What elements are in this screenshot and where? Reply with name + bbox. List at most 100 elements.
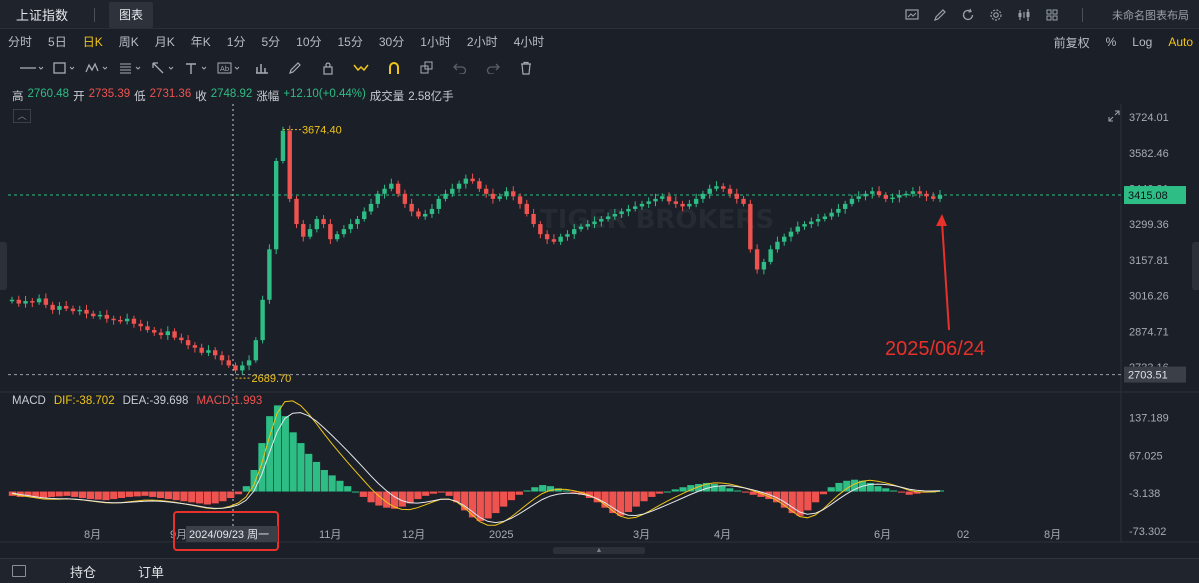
- candle-body: [111, 318, 116, 321]
- candle-body: [544, 234, 550, 240]
- time-label-0: 8月: [84, 529, 101, 541]
- candle-body: [470, 178, 475, 182]
- candle-body: [233, 365, 238, 371]
- candle-body: [436, 198, 441, 209]
- candle-body: [36, 298, 42, 303]
- macd-bar: [507, 491, 516, 501]
- macd-bar: [242, 486, 250, 492]
- candle-body: [477, 181, 482, 189]
- macd-bar: [562, 490, 570, 492]
- candle-body: [788, 231, 794, 237]
- candle-body: [422, 213, 428, 217]
- macd-bar: [406, 491, 414, 504]
- candle-body: [734, 193, 739, 199]
- candle-body: [118, 319, 123, 322]
- candle-body: [450, 188, 455, 194]
- candle-body: [870, 191, 875, 194]
- candle-body: [842, 203, 848, 209]
- annotation-arrow-line: [941, 221, 950, 331]
- candle-body: [362, 211, 367, 220]
- macd-bar: [86, 491, 94, 500]
- macd-bar: [102, 491, 110, 501]
- candle-body: [795, 226, 800, 232]
- candle-body: [903, 193, 909, 196]
- macd-bar: [710, 484, 718, 492]
- time-scroll-handle[interactable]: ▲: [553, 547, 645, 554]
- candle-body: [172, 331, 177, 338]
- candle-body: [165, 331, 170, 336]
- macd-bar: [874, 486, 882, 492]
- macd-bar: [39, 491, 48, 498]
- candle-body: [572, 229, 577, 235]
- candle-body: [856, 196, 861, 199]
- candle-body: [626, 208, 631, 212]
- candle-body: [768, 249, 773, 262]
- macd-bar: [367, 491, 375, 503]
- candle-body: [910, 191, 916, 194]
- current-price-label: 3415.08: [1128, 190, 1168, 202]
- candle-body: [409, 203, 414, 212]
- candle-body: [260, 299, 265, 341]
- macd-bar: [640, 491, 648, 502]
- macd-bar: [125, 491, 133, 497]
- price-tick-5: 3016.26: [1129, 291, 1169, 303]
- candle-body: [314, 219, 320, 230]
- candle-body: [883, 195, 889, 199]
- macd-bar: [632, 491, 640, 507]
- candle-body: [822, 216, 828, 220]
- candle-body: [240, 365, 245, 371]
- candle-body: [43, 298, 49, 305]
- candle-body: [287, 130, 292, 199]
- scroll-right-handle[interactable]: [1192, 242, 1199, 290]
- macd-bar: [539, 485, 547, 492]
- scroll-left-handle[interactable]: [0, 242, 7, 290]
- candle-body: [334, 234, 340, 240]
- high-annotation: 3674.40: [302, 125, 342, 137]
- candle-body: [558, 236, 563, 242]
- price-tick-4: 3157.81: [1129, 255, 1169, 267]
- candle-body: [416, 211, 421, 217]
- price-tick-6: 2874.71: [1129, 326, 1169, 338]
- panel-toggle-icon[interactable]: [12, 565, 26, 577]
- candle-body: [876, 191, 882, 196]
- macd-bar: [297, 443, 305, 492]
- candle-body: [219, 355, 225, 361]
- candle-body: [395, 183, 401, 194]
- candle-body: [497, 196, 502, 199]
- macd-bar: [812, 491, 820, 503]
- macd-bar: [429, 491, 438, 494]
- candle-body: [267, 249, 272, 300]
- candle-body: [463, 178, 469, 184]
- candle-body: [666, 196, 672, 202]
- time-label-1: 9月: [170, 529, 187, 541]
- chart-canvas[interactable]: TIGER BROKERS3724.013582.463440.913299.3…: [0, 0, 1199, 558]
- candle-body: [84, 309, 89, 314]
- macd-bar: [882, 488, 890, 492]
- candle-body: [138, 323, 143, 327]
- macd-bar: [492, 491, 500, 514]
- macd-bar: [195, 491, 204, 504]
- tab-positions[interactable]: 持仓: [70, 562, 96, 581]
- candle-body: [382, 188, 387, 194]
- price-tick-3: 3299.36: [1129, 219, 1169, 231]
- candle-body: [301, 224, 306, 237]
- macd-bar: [149, 491, 157, 497]
- candle-body: [368, 203, 374, 212]
- candle-body: [70, 308, 76, 312]
- price-tick-1: 3582.46: [1129, 148, 1169, 160]
- candle-body: [782, 236, 787, 242]
- candle-body: [273, 160, 279, 250]
- candle-body: [714, 186, 719, 189]
- candle-body: [402, 193, 408, 204]
- macd-bar: [320, 470, 328, 492]
- candle-body: [341, 229, 347, 235]
- macd-bar: [718, 486, 726, 492]
- macd-bar: [188, 491, 196, 503]
- candle-body: [97, 314, 103, 317]
- candle-body: [924, 193, 929, 197]
- candle-body: [294, 198, 299, 225]
- macd-bar: [383, 491, 391, 508]
- tab-orders[interactable]: 订单: [138, 562, 164, 581]
- candle-body: [775, 241, 780, 250]
- candle-body: [660, 196, 665, 199]
